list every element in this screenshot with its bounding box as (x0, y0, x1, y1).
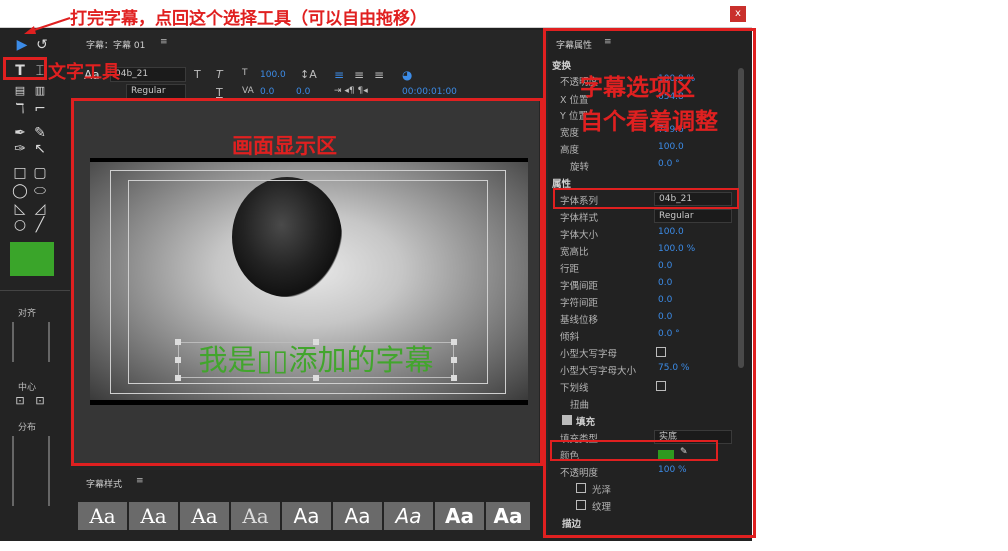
annotation-display-area: 画面显示区 (232, 134, 337, 158)
tools-panel: ▶ ↺ T ⌶ ▤ ▥ ℸ ⌐ ✒ ✎ ✑ ↖ □ ▢ ◯ ⬭ ◺ ◿ ○ ╱ … (0, 30, 70, 541)
center-vertical-icon[interactable]: ⊡ (30, 392, 50, 410)
style-sample[interactable]: Aa (435, 502, 484, 530)
annotation-text-tool: 文字工具 (48, 62, 120, 83)
align-icons[interactable] (12, 322, 50, 362)
vertical-path-type-icon[interactable]: ⌐ (30, 100, 50, 118)
annotation-options-subtitle: 自个看着调整 (580, 109, 718, 135)
align-center-icon[interactable]: ≡ (354, 68, 364, 82)
background-video-icon[interactable]: ◕ (402, 68, 412, 82)
font-family-highlight (553, 188, 739, 209)
convert-anchor-icon[interactable]: ↖ (30, 140, 50, 158)
distribute-label: 分布 (18, 423, 37, 433)
align-right-icon[interactable]: ≡ (374, 68, 384, 82)
color-highlight (550, 440, 718, 461)
font-size-value[interactable]: 100.0 (260, 70, 286, 80)
kerning-value[interactable]: 0.0 (260, 87, 274, 97)
style-sample[interactable]: Aa (384, 502, 433, 530)
center-horizontal-icon[interactable]: ⊡ (10, 392, 30, 410)
align-left-icon[interactable]: ≡ (334, 68, 344, 82)
style-sample[interactable]: Aa (486, 502, 530, 530)
align-label: 对齐 (18, 309, 37, 319)
style-sample[interactable]: Aa (129, 502, 178, 530)
rectangle-icon[interactable]: □ (10, 164, 30, 182)
close-icon[interactable]: x (730, 6, 746, 22)
timecode[interactable]: 00:00:01:00 (402, 87, 457, 97)
rotation-icon[interactable]: ↺ (32, 36, 52, 54)
ellipse-icon[interactable]: ⬭ (30, 182, 50, 200)
style-sample[interactable]: Aa (282, 502, 331, 530)
italic-icon[interactable]: T (216, 68, 223, 81)
annotation-options-title: 字幕选项区 (580, 75, 695, 101)
font-family-select[interactable]: 04b_21 (110, 67, 186, 82)
style-swatch (10, 242, 54, 276)
styles-menu-icon[interactable]: ≡ (136, 476, 144, 486)
annotation-top: 打完字幕，点回这个选择工具（可以自由拖移） (70, 9, 427, 29)
menu-icon[interactable]: ≡ (160, 37, 168, 47)
divider (0, 290, 70, 291)
font-size-icon: T (242, 68, 248, 78)
selection-icon[interactable]: ▶ (12, 36, 32, 54)
style-sample[interactable]: Aa (78, 502, 127, 530)
bold-icon[interactable]: T (194, 68, 201, 81)
vertical-area-type-icon[interactable]: ▥ (30, 82, 50, 100)
text-tool-highlight (3, 57, 47, 80)
area-type-icon[interactable]: ▤ (10, 82, 30, 100)
rounded-corner-icon[interactable]: ◯ (10, 182, 30, 200)
rounded-rectangle-icon[interactable]: ▢ (30, 164, 50, 182)
add-anchor-icon[interactable]: ✑ (10, 140, 30, 158)
style-sample[interactable]: Aa (231, 502, 280, 530)
tracking-value[interactable]: 0.0 (296, 87, 310, 97)
style-sample[interactable]: Aa (333, 502, 382, 530)
style-sample[interactable]: Aa (180, 502, 229, 530)
distribute-icons[interactable] (12, 436, 50, 506)
styles-label: 字幕样式 (86, 480, 123, 490)
leading-icon[interactable]: ↕A (300, 68, 317, 81)
editor-title: 字幕：字幕 01 (86, 41, 146, 51)
arrow-icon (24, 17, 71, 34)
ellipse2-icon[interactable]: ○ (10, 216, 30, 234)
font-style-select[interactable]: Regular (126, 84, 186, 99)
tab-stops-icon[interactable]: ⇥ ◂¶ ¶◂ (334, 86, 368, 96)
path-type-icon[interactable]: ℸ (10, 100, 30, 118)
line-icon[interactable]: ╱ (30, 216, 50, 234)
kerning-icon: VA (242, 86, 254, 96)
